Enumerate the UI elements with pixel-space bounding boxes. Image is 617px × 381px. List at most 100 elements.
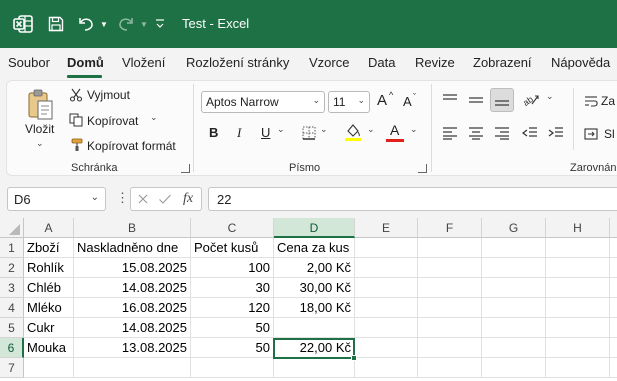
font-launcher-icon[interactable]: [418, 164, 427, 173]
cell-f6[interactable]: [418, 338, 482, 358]
cell-b4[interactable]: 16.08.2025: [74, 298, 191, 318]
wrap-text-icon[interactable]: [582, 92, 600, 110]
cell-h3[interactable]: [546, 278, 610, 298]
format-painter-button[interactable]: Kopírovat formát: [87, 139, 176, 153]
italic-button[interactable]: I: [237, 125, 241, 141]
scissors-icon[interactable]: [68, 87, 84, 103]
cell-d7[interactable]: [274, 358, 355, 378]
row-header-2[interactable]: 2: [0, 258, 24, 278]
borders-dropdown-icon[interactable]: ⌄: [320, 124, 328, 135]
cell-d2[interactable]: 2,00 Kč: [274, 258, 355, 278]
tab-zobrazeni[interactable]: Zobrazení: [473, 55, 532, 70]
enter-icon[interactable]: [157, 191, 173, 207]
grow-font-button[interactable]: A: [377, 92, 387, 109]
cell-e6[interactable]: [355, 338, 418, 358]
cell-h5[interactable]: [546, 318, 610, 338]
fill-color-icon[interactable]: [344, 122, 362, 142]
cell-a3[interactable]: Chléb: [24, 278, 74, 298]
column-header-g[interactable]: G: [482, 218, 546, 238]
cell-i4[interactable]: [610, 298, 617, 318]
cell-c3[interactable]: 30: [191, 278, 274, 298]
cell-d4[interactable]: 18,00 Kč: [274, 298, 355, 318]
tab-revize[interactable]: Revize: [415, 55, 455, 70]
cell-f5[interactable]: [418, 318, 482, 338]
row-header-4[interactable]: 4: [0, 298, 24, 318]
cell-a5[interactable]: Cukr: [24, 318, 74, 338]
column-header-i[interactable]: [610, 218, 617, 238]
cell-g7[interactable]: [482, 358, 546, 378]
cell-c2[interactable]: 100: [191, 258, 274, 278]
fill-handle[interactable]: [351, 355, 357, 361]
cell-f7[interactable]: [418, 358, 482, 378]
wrap-text-button[interactable]: Za: [601, 94, 615, 108]
cell-a7[interactable]: [24, 358, 74, 378]
cell-g1[interactable]: [482, 238, 546, 258]
cell-a6[interactable]: Mouka: [24, 338, 74, 358]
cancel-icon[interactable]: [135, 191, 151, 207]
underline-button[interactable]: U: [261, 125, 270, 140]
cell-b1[interactable]: Naskladněno dne: [74, 238, 191, 258]
chevron-down-icon[interactable]: ⌄: [91, 192, 99, 203]
cell-g3[interactable]: [482, 278, 546, 298]
cell-h6[interactable]: [546, 338, 610, 358]
orientation-icon[interactable]: ab: [520, 90, 542, 110]
column-header-e[interactable]: E: [355, 218, 418, 238]
font-name-select[interactable]: Aptos Narrow ⌄: [201, 91, 325, 113]
column-header-f[interactable]: F: [418, 218, 482, 238]
fill-color-dropdown-icon[interactable]: ⌄: [367, 124, 375, 135]
cell-a1[interactable]: Zboží: [24, 238, 74, 258]
column-header-d[interactable]: D: [274, 218, 355, 238]
cell-i6[interactable]: [610, 338, 617, 358]
tab-rozlozeni-stranky[interactable]: Rozložení stránky: [186, 55, 289, 70]
row-header-1[interactable]: 1: [0, 238, 24, 258]
row-header-3[interactable]: 3: [0, 278, 24, 298]
cell-i1[interactable]: [610, 238, 617, 258]
tab-vzorce[interactable]: Vzorce: [309, 55, 349, 70]
shrink-font-button[interactable]: A: [403, 94, 412, 109]
decrease-indent-icon[interactable]: [520, 123, 540, 143]
cell-e2[interactable]: [355, 258, 418, 278]
copy-button[interactable]: Kopírovat: [87, 114, 138, 128]
redo-dropdown-icon[interactable]: ▼: [138, 0, 150, 48]
column-header-c[interactable]: C: [191, 218, 274, 238]
cell-b2[interactable]: 15.08.2025: [74, 258, 191, 278]
cell-i7[interactable]: [610, 358, 617, 378]
row-header-7[interactable]: 7: [0, 358, 24, 378]
cell-c5[interactable]: 50: [191, 318, 274, 338]
cell-b5[interactable]: 14.08.2025: [74, 318, 191, 338]
font-size-select[interactable]: 11 ⌄: [328, 91, 370, 113]
clipboard-launcher-icon[interactable]: [181, 164, 190, 173]
merge-center-icon[interactable]: [582, 125, 600, 143]
name-box[interactable]: D6 ⌄: [7, 187, 106, 211]
cell-h2[interactable]: [546, 258, 610, 278]
cell-d5[interactable]: [274, 318, 355, 338]
cell-c7[interactable]: [191, 358, 274, 378]
align-bottom-icon[interactable]: [490, 88, 514, 112]
paste-icon[interactable]: [24, 88, 56, 122]
bold-button[interactable]: B: [209, 125, 218, 140]
formula-input[interactable]: 22: [208, 187, 617, 211]
paste-button-label[interactable]: Vložit: [25, 122, 54, 136]
cell-e5[interactable]: [355, 318, 418, 338]
column-header-a[interactable]: A: [24, 218, 74, 238]
undo-dropdown-icon[interactable]: ▼: [98, 0, 110, 48]
cell-a4[interactable]: Mléko: [24, 298, 74, 318]
font-color-button[interactable]: A: [390, 122, 399, 138]
cell-f3[interactable]: [418, 278, 482, 298]
cell-d1[interactable]: Cena za kus: [274, 238, 355, 258]
tab-data[interactable]: Data: [368, 55, 395, 70]
cell-d3[interactable]: 30,00 Kč: [274, 278, 355, 298]
cell-g6[interactable]: [482, 338, 546, 358]
cell-b7[interactable]: [74, 358, 191, 378]
tab-domu[interactable]: Domů: [67, 55, 104, 70]
cell-f1[interactable]: [418, 238, 482, 258]
cell-i5[interactable]: [610, 318, 617, 338]
cell-f4[interactable]: [418, 298, 482, 318]
redo-icon[interactable]: [114, 0, 138, 48]
cell-e4[interactable]: [355, 298, 418, 318]
cell-c1[interactable]: Počet kusů: [191, 238, 274, 258]
align-right-icon[interactable]: [492, 123, 512, 143]
tab-napoveda[interactable]: Nápověda: [551, 55, 610, 70]
more-options-icon[interactable]: ⋮: [116, 190, 129, 206]
cell-e7[interactable]: [355, 358, 418, 378]
